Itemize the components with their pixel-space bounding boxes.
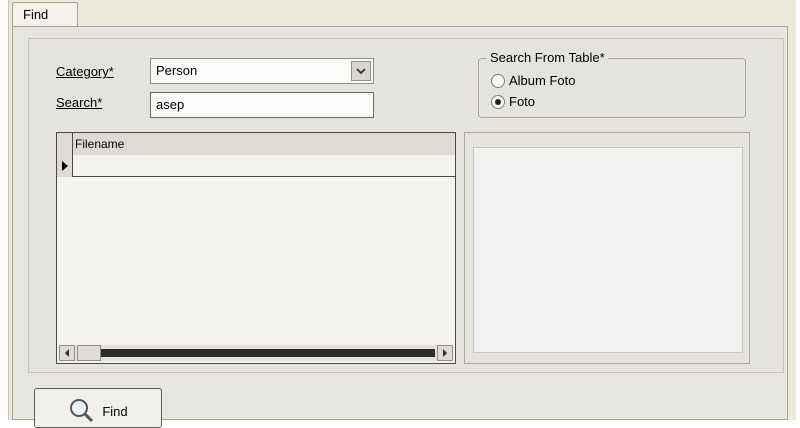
chevron-down-icon[interactable] (351, 61, 371, 81)
scrollbar-track[interactable] (77, 349, 435, 357)
arrow-left-icon[interactable] (59, 345, 75, 361)
category-dropdown[interactable]: Person (150, 58, 374, 84)
radio-foto[interactable]: Foto (491, 94, 535, 109)
radio-foto-circle[interactable] (491, 94, 505, 109)
tab-find-label: Find (23, 7, 49, 22)
scrollbar-thumb[interactable] (77, 345, 101, 361)
column-header-filename[interactable]: Filename (73, 133, 455, 155)
radio-foto-label: Foto (509, 94, 536, 109)
search-label: Search* (56, 95, 103, 110)
find-button-label: Find (102, 403, 128, 419)
results-grid[interactable]: Filename (56, 132, 456, 364)
category-label: Category* (56, 64, 114, 79)
horizontal-scrollbar[interactable] (59, 345, 453, 361)
image-preview-area (473, 147, 743, 353)
search-from-table-group: Search From Table* Album Foto Foto (478, 50, 746, 118)
find-button[interactable]: Find (34, 388, 162, 428)
image-preview-panel (464, 132, 750, 364)
tab-find[interactable]: Find (12, 2, 78, 26)
row-pointer-icon (57, 155, 73, 177)
search-from-table-title: Search From Table* (487, 50, 608, 65)
radio-album-foto-label: Album Foto (509, 73, 576, 88)
grid-header: Filename (57, 133, 455, 155)
table-row[interactable] (57, 155, 455, 177)
category-selected-value: Person (156, 63, 198, 78)
arrow-right-icon[interactable] (437, 345, 453, 361)
magnifier-icon (68, 398, 94, 425)
search-input[interactable]: asep (150, 92, 374, 118)
search-input-value: asep (156, 97, 185, 112)
radio-album-foto-circle[interactable] (491, 73, 505, 88)
grid-corner (57, 133, 73, 155)
radio-album-foto[interactable]: Album Foto (491, 73, 575, 88)
